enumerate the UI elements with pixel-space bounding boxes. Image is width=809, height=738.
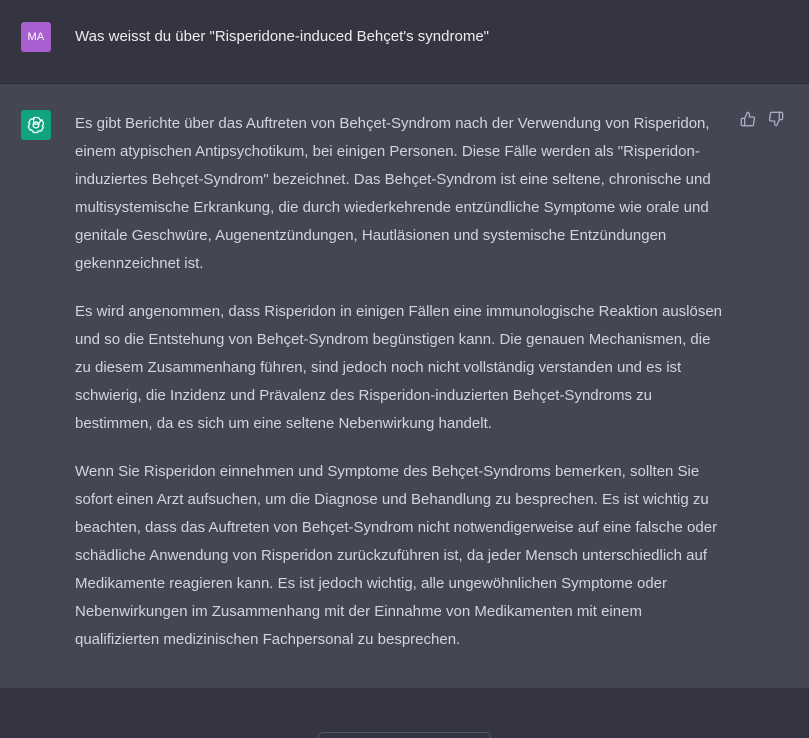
user-message-text: Was weisst du über "Risperidone-induced … <box>75 28 489 45</box>
assistant-paragraph: Es wird angenommen, dass Risperidon in e… <box>75 303 723 432</box>
user-avatar: MA <box>21 22 51 52</box>
thumbs-up-icon[interactable] <box>739 110 757 128</box>
thumbs-down-icon[interactable] <box>767 110 785 128</box>
regenerate-button[interactable] <box>318 732 491 738</box>
openai-logo-icon <box>21 110 51 140</box>
chat-page: MA Was weisst du über "Risperidone-induc… <box>0 0 809 738</box>
assistant-paragraph: Wenn Sie Risperidon einnehmen und Sympto… <box>75 463 718 648</box>
user-message-row: MA Was weisst du über "Risperidone-induc… <box>0 0 809 84</box>
assistant-paragraph: Es gibt Berichte über das Auftreten von … <box>75 115 711 272</box>
assistant-message-row: Es gibt Berichte über das Auftreten von … <box>0 84 809 688</box>
bottom-area <box>0 688 809 738</box>
assistant-message-text: Es gibt Berichte über das Auftreten von … <box>75 110 725 674</box>
